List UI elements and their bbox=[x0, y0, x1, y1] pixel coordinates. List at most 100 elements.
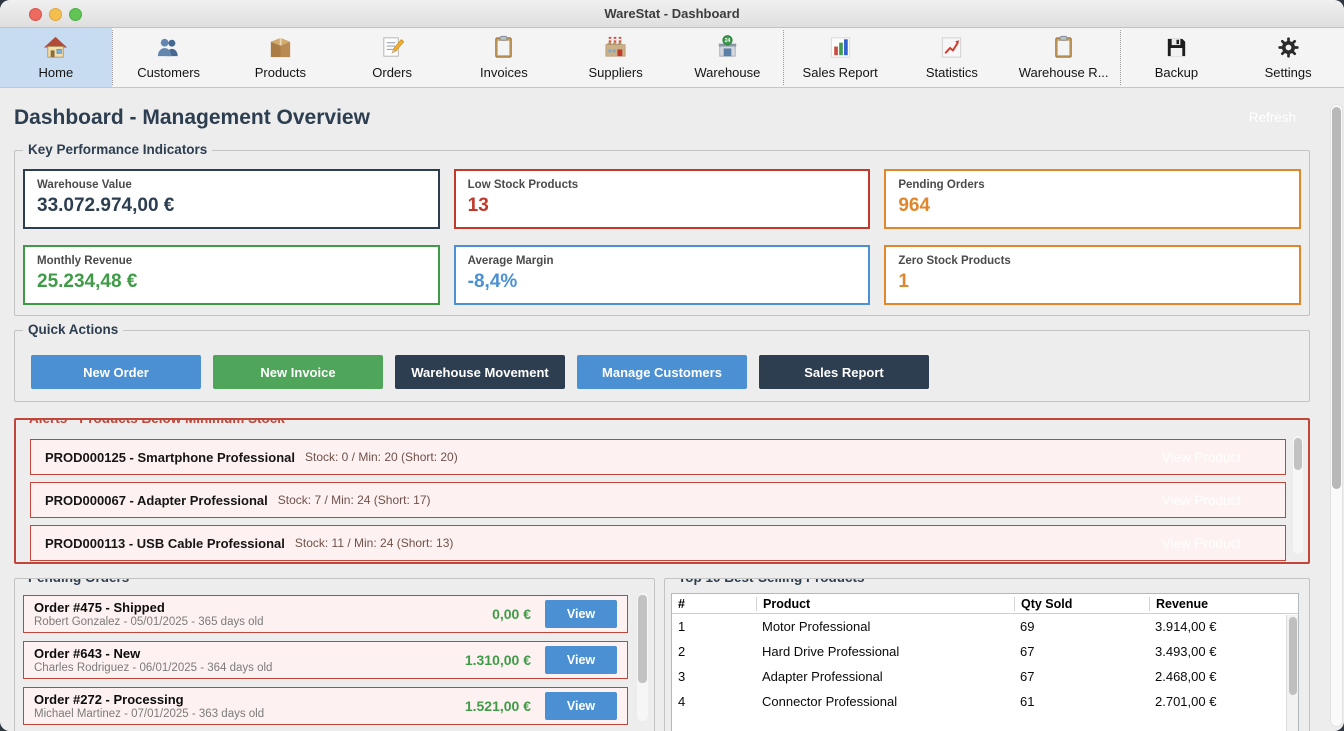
toolbar-item-backup[interactable]: Backup bbox=[1121, 28, 1233, 87]
kpi-value: 13 bbox=[467, 195, 489, 216]
table-scrollbar[interactable] bbox=[1286, 615, 1298, 731]
toolbar-item-suppliers[interactable]: Suppliers bbox=[560, 28, 672, 87]
kpi-label: Low Stock Products bbox=[467, 179, 579, 191]
toolbar-label-orders: Orders bbox=[372, 65, 412, 80]
order-title: Order #272 - Processing bbox=[34, 692, 184, 707]
view-product-button[interactable]: View Product bbox=[1162, 536, 1241, 551]
pending-orders-title: Pending Orders bbox=[23, 579, 135, 585]
toolbar-item-products[interactable]: Products bbox=[225, 28, 337, 87]
products-icon bbox=[270, 37, 291, 58]
cell-qty: 61 bbox=[1020, 694, 1035, 709]
column-header-rank: # bbox=[678, 596, 685, 611]
pending-orders-list: Order #475 - Shipped Robert Gonzalez - 0… bbox=[23, 595, 628, 725]
quick-actions-section: Quick Actions New Order New Invoice Ware… bbox=[14, 322, 1310, 402]
kpi-label: Zero Stock Products bbox=[898, 255, 1011, 267]
toolbar-label-warehouse-report: Warehouse R... bbox=[1018, 65, 1109, 80]
order-subtitle: Michael Martinez - 07/01/2025 - 363 days… bbox=[34, 708, 265, 720]
backup-icon bbox=[1167, 38, 1186, 57]
svg-text:24: 24 bbox=[725, 38, 731, 44]
table-scrollbar-thumb[interactable] bbox=[1289, 617, 1297, 695]
toolbar-label-suppliers: Suppliers bbox=[588, 65, 643, 80]
toolbar-label-warehouse: Warehouse bbox=[694, 65, 761, 80]
toolbar-item-invoices[interactable]: Invoices bbox=[448, 28, 560, 87]
cell-revenue: 2.468,00 € bbox=[1155, 669, 1217, 684]
warehouse-icon: 24 bbox=[718, 35, 737, 57]
toolbar-item-orders[interactable]: Orders bbox=[336, 28, 448, 87]
toolbar-item-settings[interactable]: Settings bbox=[1232, 28, 1344, 87]
alert-row: PROD000125 - Smartphone Professional Sto… bbox=[30, 439, 1286, 475]
kpi-value: 25.234,48 € bbox=[37, 271, 138, 292]
toolbar-item-sales-report[interactable]: Sales Report bbox=[784, 28, 896, 87]
refresh-button[interactable]: Refresh bbox=[1249, 110, 1296, 125]
sales-report-button[interactable]: Sales Report bbox=[759, 355, 929, 389]
kpi-label: Pending Orders bbox=[898, 179, 985, 191]
table-row[interactable]: 4 Connector Professional 61 2.701,00 € bbox=[672, 689, 1298, 714]
alerts-scrollbar[interactable] bbox=[1293, 436, 1303, 554]
toolbar-label-sales-report: Sales Report bbox=[802, 65, 878, 80]
new-invoice-button[interactable]: New Invoice bbox=[213, 355, 383, 389]
kpi-card-average-margin: Average Margin -8,4% bbox=[453, 245, 871, 305]
toolbar-item-customers[interactable]: Customers bbox=[113, 28, 225, 87]
home-icon bbox=[44, 36, 68, 58]
alerts-section: Alerts - Products Below Minimum Stock PR… bbox=[14, 418, 1310, 564]
column-header-qty: Qty Sold bbox=[1014, 596, 1149, 611]
top-products-title: Top 10 Best-Selling Products bbox=[673, 579, 870, 585]
order-title: Order #643 - New bbox=[34, 646, 141, 661]
cell-qty: 67 bbox=[1020, 669, 1035, 684]
toolbar-item-warehouse[interactable]: 24 Warehouse bbox=[672, 28, 784, 87]
toolbar-label-backup: Backup bbox=[1154, 65, 1199, 80]
kpi-card-monthly-revenue: Monthly Revenue 25.234,48 € bbox=[23, 245, 440, 305]
kpi-label: Average Margin bbox=[467, 255, 554, 267]
warehouse-report-icon bbox=[1055, 35, 1072, 58]
cell-qty: 67 bbox=[1020, 644, 1035, 659]
kpi-value: -8,4% bbox=[467, 271, 518, 292]
top-products-table: # Product Qty Sold Revenue 1 Motor Profe… bbox=[671, 593, 1299, 731]
alerts-scrollbar-thumb[interactable] bbox=[1294, 438, 1302, 470]
suppliers-icon bbox=[605, 36, 626, 57]
cell-product: Hard Drive Professional bbox=[762, 644, 900, 659]
main-scrollbar-thumb[interactable] bbox=[1332, 107, 1341, 489]
cell-product: Connector Professional bbox=[762, 694, 898, 709]
cell-revenue: 3.493,00 € bbox=[1155, 644, 1217, 659]
alert-product-name: PROD000125 - Smartphone Professional bbox=[45, 449, 295, 465]
order-row: Order #643 - New Charles Rodriguez - 06/… bbox=[23, 641, 628, 679]
cell-rank: 3 bbox=[678, 669, 686, 684]
table-row[interactable]: 3 Adapter Professional 67 2.468,00 € bbox=[672, 664, 1298, 689]
quick-actions-title: Quick Actions bbox=[23, 322, 124, 337]
manage-customers-button[interactable]: Manage Customers bbox=[577, 355, 747, 389]
view-order-button[interactable]: View bbox=[545, 600, 617, 628]
app-window: WareStat - Dashboard Home Customers Prod… bbox=[0, 0, 1344, 731]
table-row[interactable]: 1 Motor Professional 69 3.914,00 € bbox=[672, 614, 1298, 639]
view-product-button[interactable]: View Product bbox=[1162, 450, 1241, 465]
toolbar-label-customers: Customers bbox=[137, 65, 201, 80]
warehouse-movement-button[interactable]: Warehouse Movement bbox=[395, 355, 565, 389]
orders-scrollbar[interactable] bbox=[637, 593, 648, 721]
new-order-button[interactable]: New Order bbox=[31, 355, 201, 389]
order-amount: 0,00 € bbox=[492, 606, 531, 622]
cell-rank: 1 bbox=[678, 619, 686, 634]
order-amount: 1.521,00 € bbox=[464, 698, 531, 714]
table-row[interactable]: 2 Hard Drive Professional 67 3.493,00 € bbox=[672, 639, 1298, 664]
top-products-section: Top 10 Best-Selling Products # Product Q… bbox=[664, 578, 1310, 731]
toolbar-item-home[interactable]: Home bbox=[0, 28, 112, 87]
view-product-button[interactable]: View Product bbox=[1162, 493, 1241, 508]
order-row: Order #475 - Shipped Robert Gonzalez - 0… bbox=[23, 595, 628, 633]
orders-scrollbar-thumb[interactable] bbox=[638, 595, 647, 683]
title-bar: WareStat - Dashboard bbox=[0, 0, 1344, 28]
settings-icon bbox=[1278, 37, 1299, 58]
kpi-value: 33.072.974,00 € bbox=[37, 195, 175, 216]
main-toolbar: Home Customers Products Orders Invoices … bbox=[0, 28, 1344, 88]
cell-product: Motor Professional bbox=[762, 619, 871, 634]
column-header-product: Product bbox=[756, 596, 1014, 611]
dashboard-content: Dashboard - Management Overview Refresh … bbox=[0, 88, 1344, 731]
customers-icon bbox=[158, 38, 178, 57]
main-scrollbar[interactable] bbox=[1330, 104, 1343, 727]
statistics-icon bbox=[942, 37, 962, 58]
alert-list: PROD000125 - Smartphone Professional Sto… bbox=[30, 439, 1286, 561]
view-order-button[interactable]: View bbox=[545, 692, 617, 720]
cell-product: Adapter Professional bbox=[762, 669, 883, 684]
cell-revenue: 2.701,00 € bbox=[1155, 694, 1217, 709]
toolbar-item-warehouse-report[interactable]: Warehouse R... bbox=[1008, 28, 1120, 87]
toolbar-item-statistics[interactable]: Statistics bbox=[896, 28, 1008, 87]
view-order-button[interactable]: View bbox=[545, 646, 617, 674]
